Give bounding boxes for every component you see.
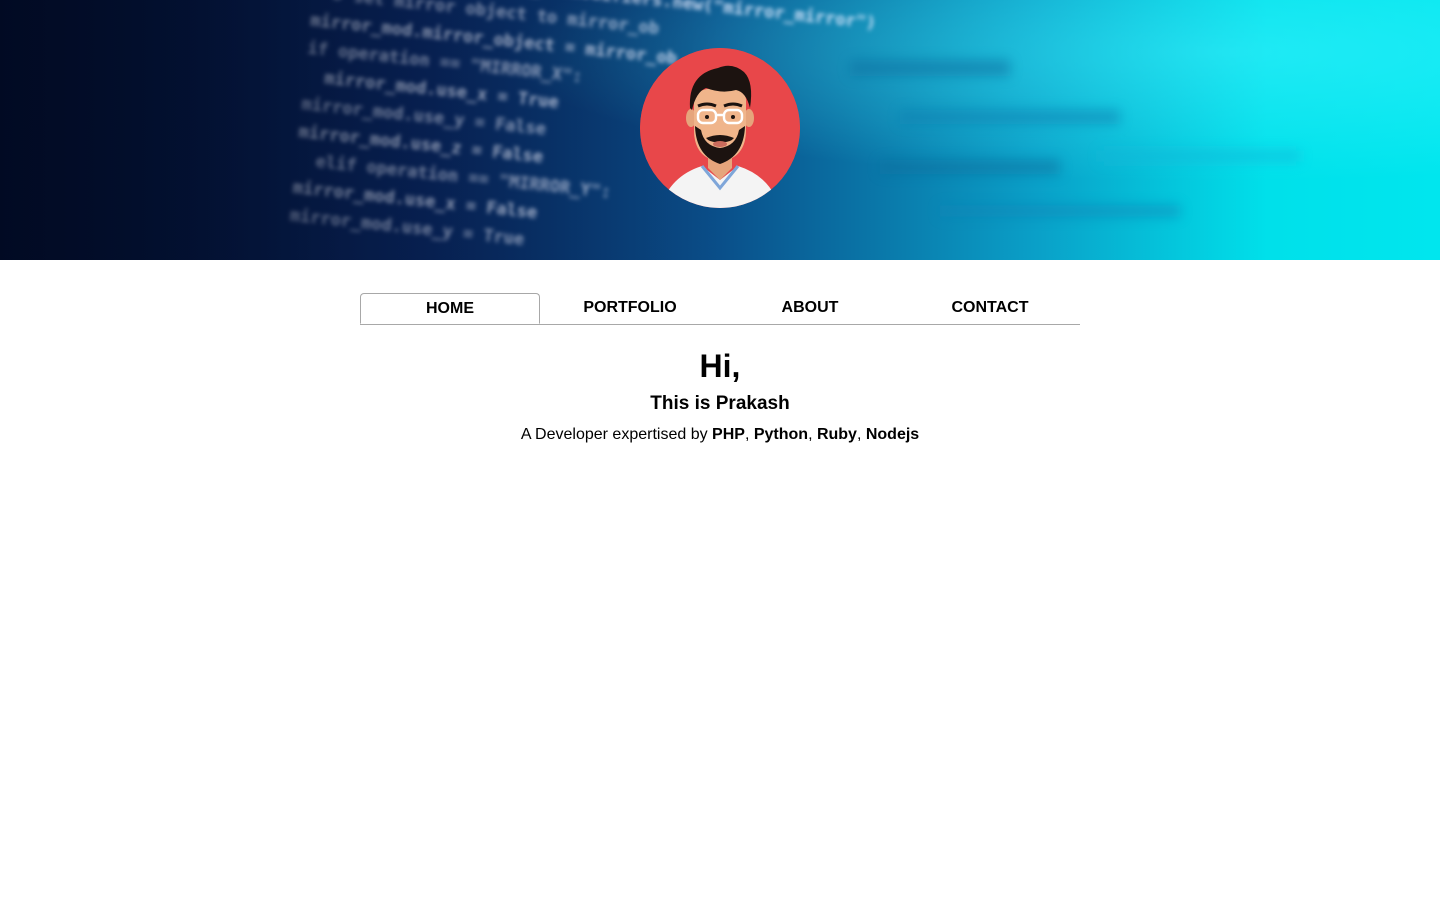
developer-avatar-illustration	[640, 48, 800, 208]
greeting-heading: Hi,	[699, 348, 741, 384]
intro-prefix: A Developer expertised by	[520, 426, 708, 443]
header-banner: mirror_mod = modifier_ob.modifiers.new("…	[0, 0, 1440, 260]
main-nav-tabs: HOME PORTFOLIO ABOUT CONTACT	[360, 293, 1080, 325]
tab-contact[interactable]: CONTACT	[900, 293, 1080, 323]
hero-section: Hi, This is Prakash A Developer expertis…	[0, 340, 1440, 445]
intro-text: A Developer expertised by PHP, Python, R…	[520, 426, 920, 443]
tab-home[interactable]: HOME	[360, 293, 540, 324]
tab-portfolio[interactable]: PORTFOLIO	[540, 293, 720, 323]
skill-python: Python	[753, 426, 809, 443]
name-subheading: This is Prakash	[650, 393, 790, 414]
skill-php: PHP	[712, 426, 745, 443]
profile-avatar	[640, 48, 800, 208]
tab-about[interactable]: ABOUT	[720, 293, 900, 323]
skill-nodejs: Nodejs	[865, 426, 920, 443]
skill-ruby: Ruby	[816, 426, 857, 443]
